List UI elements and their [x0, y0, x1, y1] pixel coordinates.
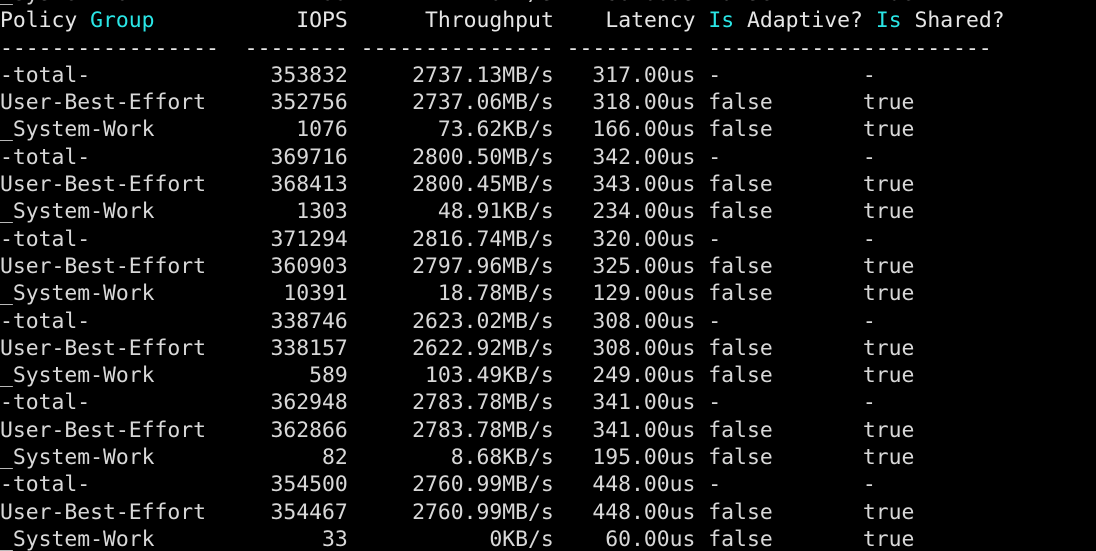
header-pad-3 — [863, 8, 876, 33]
table-body: -total- 353832 2737.13MB/s 317.00us - - … — [0, 62, 1096, 551]
table-row: _System-Work 589 103.49KB/s 249.00us fal… — [0, 363, 992, 389]
clipped-top-line: _System-Work 33 0KB/s 60.00us false true — [0, 0, 1096, 7]
terminal-screen: _System-Work 33 0KB/s 60.00us false true… — [0, 0, 1096, 551]
table-row: User-Best-Effort 338157 2622.92MB/s 308.… — [0, 335, 992, 361]
header-group-label: Group — [90, 8, 155, 34]
terminal-window: _System-Work 33 0KB/s 60.00us false true… — [0, 0, 1096, 551]
table-row: User-Best-Effort 368413 2800.45MB/s 343.… — [0, 172, 992, 198]
table-row: -total- 338746 2623.02MB/s 308.00us - - — [0, 308, 992, 334]
table-row: User-Best-Effort 362866 2783.78MB/s 341.… — [0, 417, 992, 443]
header-policy-label: Policy — [0, 8, 91, 34]
table-row: _System-Work 1076 73.62KB/s 166.00us fal… — [0, 117, 992, 143]
table-row: _System-Work 1303 48.91KB/s 234.00us fal… — [0, 199, 992, 225]
table-row: -total- 369716 2800.50MB/s 342.00us - - — [0, 144, 992, 170]
table-header-row: Policy Group IOPS Throughput Latency Is … — [0, 7, 1096, 34]
header-is-shared-accent: Is — [875, 8, 902, 34]
header-is-adaptive-label: Adaptive? — [734, 8, 863, 34]
table-row: User-Best-Effort 360903 2797.96MB/s 325.… — [0, 253, 992, 279]
header-is-shared-label: Shared? — [901, 8, 1005, 34]
table-row: -total- 354500 2760.99MB/s 448.00us - - — [0, 472, 992, 498]
table-row: User-Best-Effort 352756 2737.06MB/s 318.… — [0, 90, 992, 116]
table-row: User-Best-Effort 354467 2760.99MB/s 448.… — [0, 499, 992, 525]
header-is-adaptive-accent: Is — [708, 8, 735, 34]
table-row: -total- 353832 2737.13MB/s 317.00us - - — [0, 62, 992, 88]
table-row: _System-Work 33 0KB/s 60.00us false true — [0, 526, 992, 551]
header-iops-label: IOPS — [218, 8, 348, 34]
table-row: -total- 371294 2816.74MB/s 320.00us - - — [0, 226, 992, 252]
header-pad-2 — [696, 8, 709, 33]
table-separator-row: ----------------- -------- -------------… — [0, 35, 992, 61]
header-pad-1 — [155, 8, 219, 33]
table-row: -total- 362948 2783.78MB/s 341.00us - - — [0, 390, 992, 416]
header-latency-label: Latency — [553, 8, 696, 34]
header-throughput-label: Throughput — [347, 8, 554, 34]
table-row: _System-Work 82 8.68KB/s 195.00us false … — [0, 445, 992, 471]
table-row: _System-Work 10391 18.78MB/s 129.00us fa… — [0, 281, 992, 307]
